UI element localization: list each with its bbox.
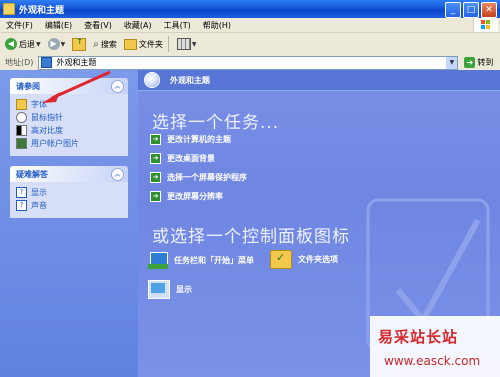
appearance-themes-icon bbox=[144, 72, 160, 88]
folder-up-icon: ↑ bbox=[72, 37, 87, 51]
toolbar: ◀ 后退 ▼ ▶ ▼ ↑ ⌕ 搜索 文件夹 ▼ bbox=[0, 33, 500, 56]
help-icon: ? bbox=[16, 187, 27, 198]
folder-icon bbox=[3, 3, 15, 15]
task-change-background[interactable]: ➔ 更改桌面背景 bbox=[150, 153, 215, 164]
collapse-icon[interactable]: ︽ bbox=[111, 168, 124, 181]
user-picture-icon bbox=[16, 138, 27, 149]
toolbar-separator bbox=[167, 36, 169, 52]
annotation-arrow-head bbox=[42, 92, 60, 103]
see-also-link-mouse-pointers[interactable]: 鼠标指针 bbox=[16, 111, 128, 124]
troubleshoot-link-display[interactable]: ? 显示 bbox=[16, 186, 128, 199]
see-also-label: 高对比度 bbox=[31, 126, 63, 135]
task-label: 选择一个屏幕保护程序 bbox=[167, 173, 247, 182]
go-label: 转到 bbox=[477, 58, 494, 67]
task-change-resolution[interactable]: ➔ 更改屏幕分辨率 bbox=[150, 191, 223, 202]
annotation-arrow bbox=[42, 70, 111, 103]
task-screensaver[interactable]: ➔ 选择一个屏幕保护程序 bbox=[150, 172, 247, 183]
annotation-arrow-shaft bbox=[51, 70, 111, 100]
menu-favorites[interactable]: 收藏(A) bbox=[118, 20, 158, 31]
menu-edit[interactable]: 编辑(E) bbox=[39, 20, 78, 31]
menu-file[interactable]: 文件(F) bbox=[0, 20, 39, 31]
menu-help[interactable]: 帮助(H) bbox=[197, 20, 237, 31]
help-icon: ? bbox=[16, 200, 27, 211]
folder-options-icon: ✓ bbox=[270, 250, 292, 269]
task-arrow-icon: ➔ bbox=[150, 172, 161, 183]
cp-display[interactable]: 显示 bbox=[148, 280, 192, 299]
folders-icon bbox=[123, 38, 137, 50]
views-button[interactable]: ▼ bbox=[175, 35, 199, 53]
back-arrow-icon: ◀ bbox=[5, 38, 17, 50]
taskbar-icon bbox=[148, 250, 168, 270]
menu-tools[interactable]: 工具(T) bbox=[158, 20, 197, 31]
close-button[interactable]: ✕ bbox=[481, 2, 497, 18]
task-heading: 选择一个任务... bbox=[152, 113, 280, 133]
windows-flag-icon bbox=[481, 20, 491, 30]
cp-label: 显示 bbox=[176, 285, 192, 294]
search-icon: ⌕ bbox=[93, 38, 99, 50]
cp-label: 任务栏和「开始」菜单 bbox=[174, 255, 254, 265]
cp-label: 文件夹选项 bbox=[298, 255, 338, 264]
address-value: 外观和主题 bbox=[56, 58, 97, 67]
icon-heading: 或选择一个控制面板图标 bbox=[152, 227, 350, 247]
troubleshoot-title: 疑难解答 bbox=[16, 169, 48, 179]
folders-button[interactable]: 文件夹 bbox=[122, 35, 165, 53]
task-arrow-icon: ➔ bbox=[150, 191, 161, 202]
chevron-down-icon: ▼ bbox=[60, 40, 66, 48]
up-button[interactable]: ↑ bbox=[70, 35, 88, 53]
content-header-title: 外观和主题 bbox=[170, 75, 210, 85]
troubleshoot-label: 声音 bbox=[31, 201, 47, 210]
left-task-pane: 请参阅 ︽ 字体 鼠标指针 高对比度 用户帐户图片 疑难解答 ︽ ? 显示 ? … bbox=[0, 70, 138, 377]
chevron-down-icon: ▼ bbox=[191, 40, 197, 48]
back-label: 后退 bbox=[19, 39, 35, 49]
mouse-pointer-icon bbox=[16, 112, 27, 123]
cp-taskbar-start-menu[interactable]: 任务栏和「开始」菜单 bbox=[148, 250, 254, 270]
address-label: 地址(D) bbox=[5, 58, 34, 67]
minimize-button[interactable]: _ bbox=[445, 2, 461, 18]
menu-view[interactable]: 查看(V) bbox=[78, 20, 118, 31]
content-header: 外观和主题 bbox=[138, 70, 500, 91]
window-title: 外观和主题 bbox=[19, 5, 65, 16]
site-watermark: 易采站长站 www.easck.com bbox=[370, 316, 500, 377]
see-also-label: 鼠标指针 bbox=[31, 113, 63, 122]
window-controls: _ □ ✕ bbox=[445, 2, 497, 18]
task-change-theme[interactable]: ➔ 更改计算机的主题 bbox=[150, 134, 231, 145]
task-label: 更改计算机的主题 bbox=[167, 135, 231, 144]
watermark-url: www.easck.com bbox=[384, 354, 481, 368]
task-arrow-icon: ➔ bbox=[150, 134, 161, 145]
see-also-label: 用户帐户图片 bbox=[31, 139, 79, 148]
maximize-button[interactable]: □ bbox=[463, 2, 479, 18]
high-contrast-icon bbox=[16, 125, 27, 136]
back-button[interactable]: ◀ 后退 ▼ bbox=[3, 35, 43, 53]
see-also-link-high-contrast[interactable]: 高对比度 bbox=[16, 124, 128, 137]
cp-folder-options[interactable]: ✓ 文件夹选项 bbox=[270, 250, 338, 269]
troubleshoot-label: 显示 bbox=[31, 188, 47, 197]
forward-button[interactable]: ▶ ▼ bbox=[46, 35, 68, 53]
watermark-text: 易采站长站 bbox=[378, 328, 459, 346]
folders-label: 文件夹 bbox=[138, 39, 163, 49]
windows-logo bbox=[473, 18, 498, 32]
troubleshoot-header[interactable]: 疑难解答 ︽ bbox=[10, 166, 128, 182]
troubleshoot-panel: 疑难解答 ︽ ? 显示 ? 声音 bbox=[10, 166, 128, 218]
task-label: 更改屏幕分辨率 bbox=[167, 192, 223, 201]
control-panel-icon bbox=[41, 57, 53, 68]
troubleshoot-link-sound[interactable]: ? 声音 bbox=[16, 199, 128, 212]
chevron-down-icon: ▼ bbox=[36, 40, 41, 48]
title-bar[interactable]: 外观和主题 _ □ ✕ bbox=[0, 0, 500, 18]
task-arrow-icon: ➔ bbox=[150, 153, 161, 164]
forward-arrow-icon: ▶ bbox=[47, 38, 60, 50]
display-icon bbox=[148, 280, 170, 299]
menu-bar: 文件(F) 编辑(E) 查看(V) 收藏(A) 工具(T) 帮助(H) bbox=[0, 18, 500, 33]
search-button[interactable]: ⌕ 搜索 bbox=[91, 35, 119, 53]
task-label: 更改桌面背景 bbox=[167, 154, 215, 163]
address-dropdown-button[interactable]: ▼ bbox=[446, 56, 458, 69]
address-input[interactable]: 外观和主题 ▼ bbox=[38, 55, 459, 70]
views-icon bbox=[176, 38, 191, 50]
address-bar: 地址(D) 外观和主题 ▼ ➔ 转到 bbox=[0, 55, 500, 71]
search-label: 搜索 bbox=[100, 39, 117, 49]
go-button[interactable]: ➔ 转到 bbox=[464, 57, 493, 68]
go-arrow-icon: ➔ bbox=[464, 57, 476, 68]
see-also-link-user-picture[interactable]: 用户帐户图片 bbox=[16, 137, 128, 150]
